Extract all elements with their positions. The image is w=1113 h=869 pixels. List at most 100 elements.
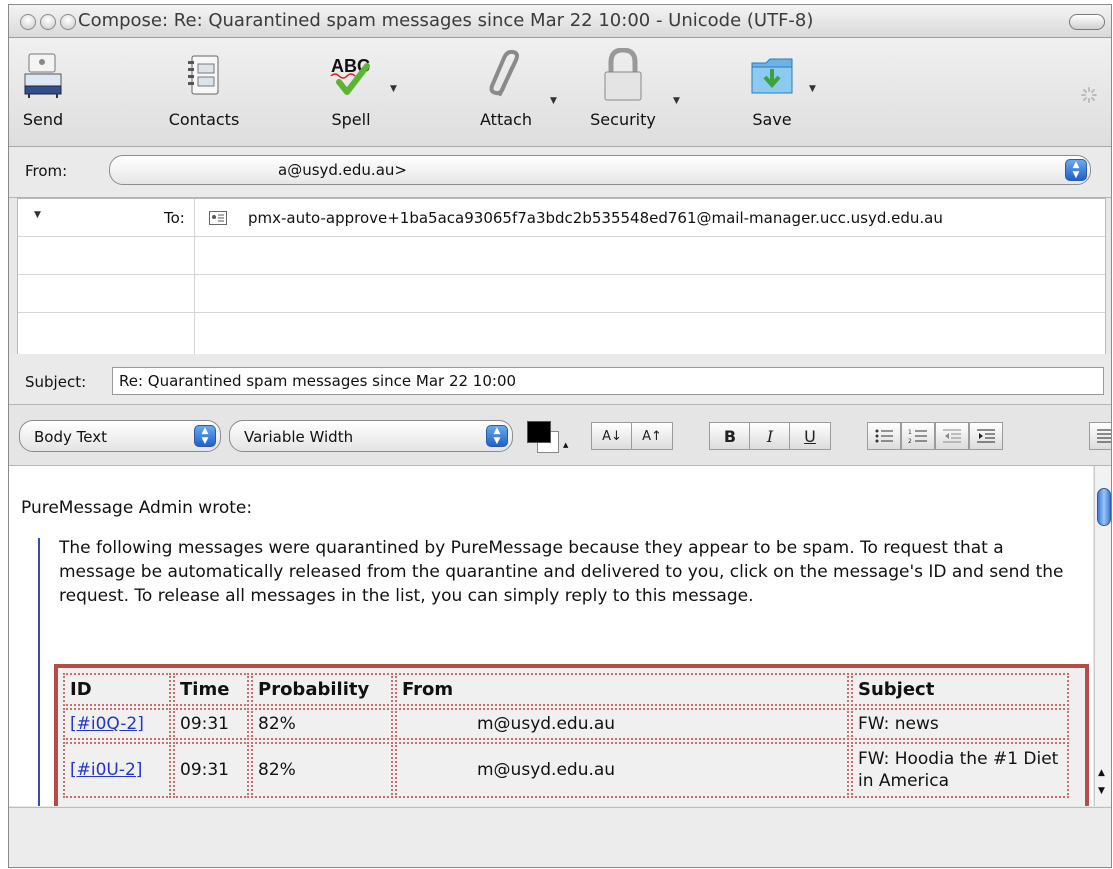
bold-button[interactable]: B (709, 422, 751, 450)
address-list: ▼ To: pmx-auto-approve+1ba5aca93065f7a3b… (17, 198, 1106, 355)
toolbar: Send Contacts ABC Spell ▼ Attach ▼ Secur… (9, 38, 1111, 147)
spell-icon: ABC (321, 48, 381, 102)
scroll-up-arrow[interactable]: ▲ (1098, 768, 1105, 778)
address-row-empty[interactable] (18, 237, 1105, 275)
contacts-label: Contacts (168, 110, 240, 129)
table-cell: 82% (251, 708, 393, 740)
address-type-arrow[interactable]: ▼ (34, 210, 41, 220)
table-cell: m@usyd.edu.au (395, 708, 849, 740)
contacts-icon (159, 48, 249, 102)
contact-card-icon (209, 210, 227, 229)
color-menu-arrow[interactable]: ▲ (563, 441, 568, 449)
status-bar (9, 807, 1111, 867)
compose-window: Compose: Re: Quarantined spam messages s… (8, 4, 1112, 868)
from-select[interactable]: a@usyd.edu.au> ▲ ▼ (109, 155, 1091, 185)
from-select-arrows-icon: ▲ ▼ (1065, 159, 1087, 181)
spinner-icon (1081, 87, 1097, 107)
address-row[interactable]: ▼ To: pmx-auto-approve+1ba5aca93065f7a3b… (18, 199, 1105, 237)
quote-bar (38, 538, 40, 806)
svg-text:2: 2 (908, 438, 912, 444)
spell-label: Spell (331, 110, 371, 129)
subject-value: Re: Quarantined spam messages since Mar … (119, 372, 517, 390)
table-cell: FW: news (851, 708, 1069, 740)
save-button[interactable]: Save (742, 48, 802, 129)
column-header: Subject (851, 673, 1069, 706)
outdent-icon (943, 429, 961, 443)
format-toolbar: Body Text ▲ ▼ Variable Width ▲ ▼ ▲ A↓ A↑ B… (9, 405, 1111, 466)
zoom-window-button[interactable] (60, 14, 76, 30)
message-id-link[interactable]: [#i0U-2] (70, 760, 142, 780)
bullet-list-icon (875, 429, 893, 443)
send-button[interactable]: Send (13, 48, 73, 129)
title-bar: Compose: Re: Quarantined spam messages s… (9, 5, 1111, 38)
paragraph-style-arrows-icon: ▲ ▼ (194, 425, 216, 447)
table-row: [#i0Q-2] 09:31 82% m@usyd.edu.au FW: new… (63, 708, 1069, 740)
table-cell: 09:31 (173, 708, 249, 740)
address-row-empty[interactable] (18, 313, 1105, 350)
vertical-scrollbar[interactable]: ▲ ▼ (1094, 466, 1111, 806)
text-color-picker[interactable]: ▲ (527, 421, 568, 453)
attach-label: Attach (480, 110, 532, 129)
bullet-list-button[interactable] (867, 422, 901, 450)
to-field[interactable]: pmx-auto-approve+1ba5aca93065f7a3bdc2b53… (248, 209, 943, 227)
to-label: To: (164, 209, 185, 227)
paragraph-style-value: Body Text (34, 428, 107, 446)
italic-button[interactable]: I (749, 422, 791, 450)
attach-menu-arrow[interactable]: ▼ (550, 96, 557, 106)
underline-button[interactable]: U (789, 422, 831, 450)
column-header: Time (173, 673, 249, 706)
close-window-button[interactable] (20, 14, 36, 30)
spell-button[interactable]: ABC Spell (321, 48, 381, 129)
font-select-arrows-icon: ▲ ▼ (486, 425, 508, 447)
message-id-link[interactable]: [#i0Q-2] (70, 714, 144, 734)
table-cell: FW: Hoodia the #1 Diet in America (851, 742, 1069, 798)
from-label: From: (25, 162, 68, 180)
align-left-icon (1097, 429, 1111, 443)
font-larger-button[interactable]: A↑ (631, 422, 673, 450)
column-header: Probability (251, 673, 393, 706)
message-body[interactable]: PureMessage Admin wrote: The following m… (9, 466, 1093, 806)
from-row: From: a@usyd.edu.au> ▲ ▼ (9, 147, 1111, 198)
save-menu-arrow[interactable]: ▼ (809, 84, 816, 94)
table-row: [#i0U-2] 09:31 82% m@usyd.edu.au FW: Hoo… (63, 742, 1069, 798)
column-header: ID (63, 673, 171, 706)
address-row-empty[interactable] (18, 275, 1105, 313)
toolbar-toggle-button[interactable] (1069, 14, 1105, 30)
send-icon (13, 48, 73, 102)
security-icon (578, 48, 668, 102)
subject-label: Subject: (25, 373, 87, 391)
from-value: a@usyd.edu.au> (278, 161, 407, 179)
paragraph-style-select[interactable]: Body Text ▲ ▼ (19, 420, 221, 452)
send-label: Send (22, 110, 64, 129)
attach-button[interactable]: Attach (466, 48, 546, 129)
table-cell: 09:31 (173, 742, 249, 798)
numbered-list-button[interactable]: 1 2 (901, 422, 935, 450)
font-smaller-button[interactable]: A↓ (591, 422, 633, 450)
indent-button[interactable] (969, 422, 1003, 450)
scroll-thumb[interactable] (1097, 488, 1111, 526)
numbered-list-icon: 1 2 (908, 429, 927, 444)
quote-attribution: PureMessage Admin wrote: (21, 498, 253, 518)
font-value: Variable Width (244, 428, 354, 446)
column-header: From (395, 673, 849, 706)
outdent-button[interactable] (935, 422, 969, 450)
scroll-down-arrow[interactable]: ▼ (1098, 786, 1105, 796)
save-label: Save (752, 110, 792, 129)
table-header-row: ID Time Probability From Subject (63, 673, 1069, 706)
svg-text:1: 1 (908, 429, 912, 436)
text-color-swatch (527, 421, 551, 443)
quarantine-table: ID Time Probability From Subject [#i0Q-2… (54, 664, 1089, 806)
table-cell: 82% (251, 742, 393, 798)
contacts-button[interactable]: Contacts (159, 48, 249, 129)
minimize-window-button[interactable] (40, 14, 56, 30)
subject-input[interactable]: Re: Quarantined spam messages since Mar … (112, 367, 1104, 395)
font-select[interactable]: Variable Width ▲ ▼ (229, 420, 513, 452)
attach-icon (466, 48, 546, 102)
save-icon (742, 48, 802, 102)
align-button[interactable] (1089, 422, 1111, 450)
security-menu-arrow[interactable]: ▼ (673, 96, 680, 106)
spell-menu-arrow[interactable]: ▼ (390, 84, 397, 94)
table-cell: m@usyd.edu.au (395, 742, 849, 798)
security-button[interactable]: Security (578, 48, 668, 129)
indent-icon (977, 429, 995, 443)
